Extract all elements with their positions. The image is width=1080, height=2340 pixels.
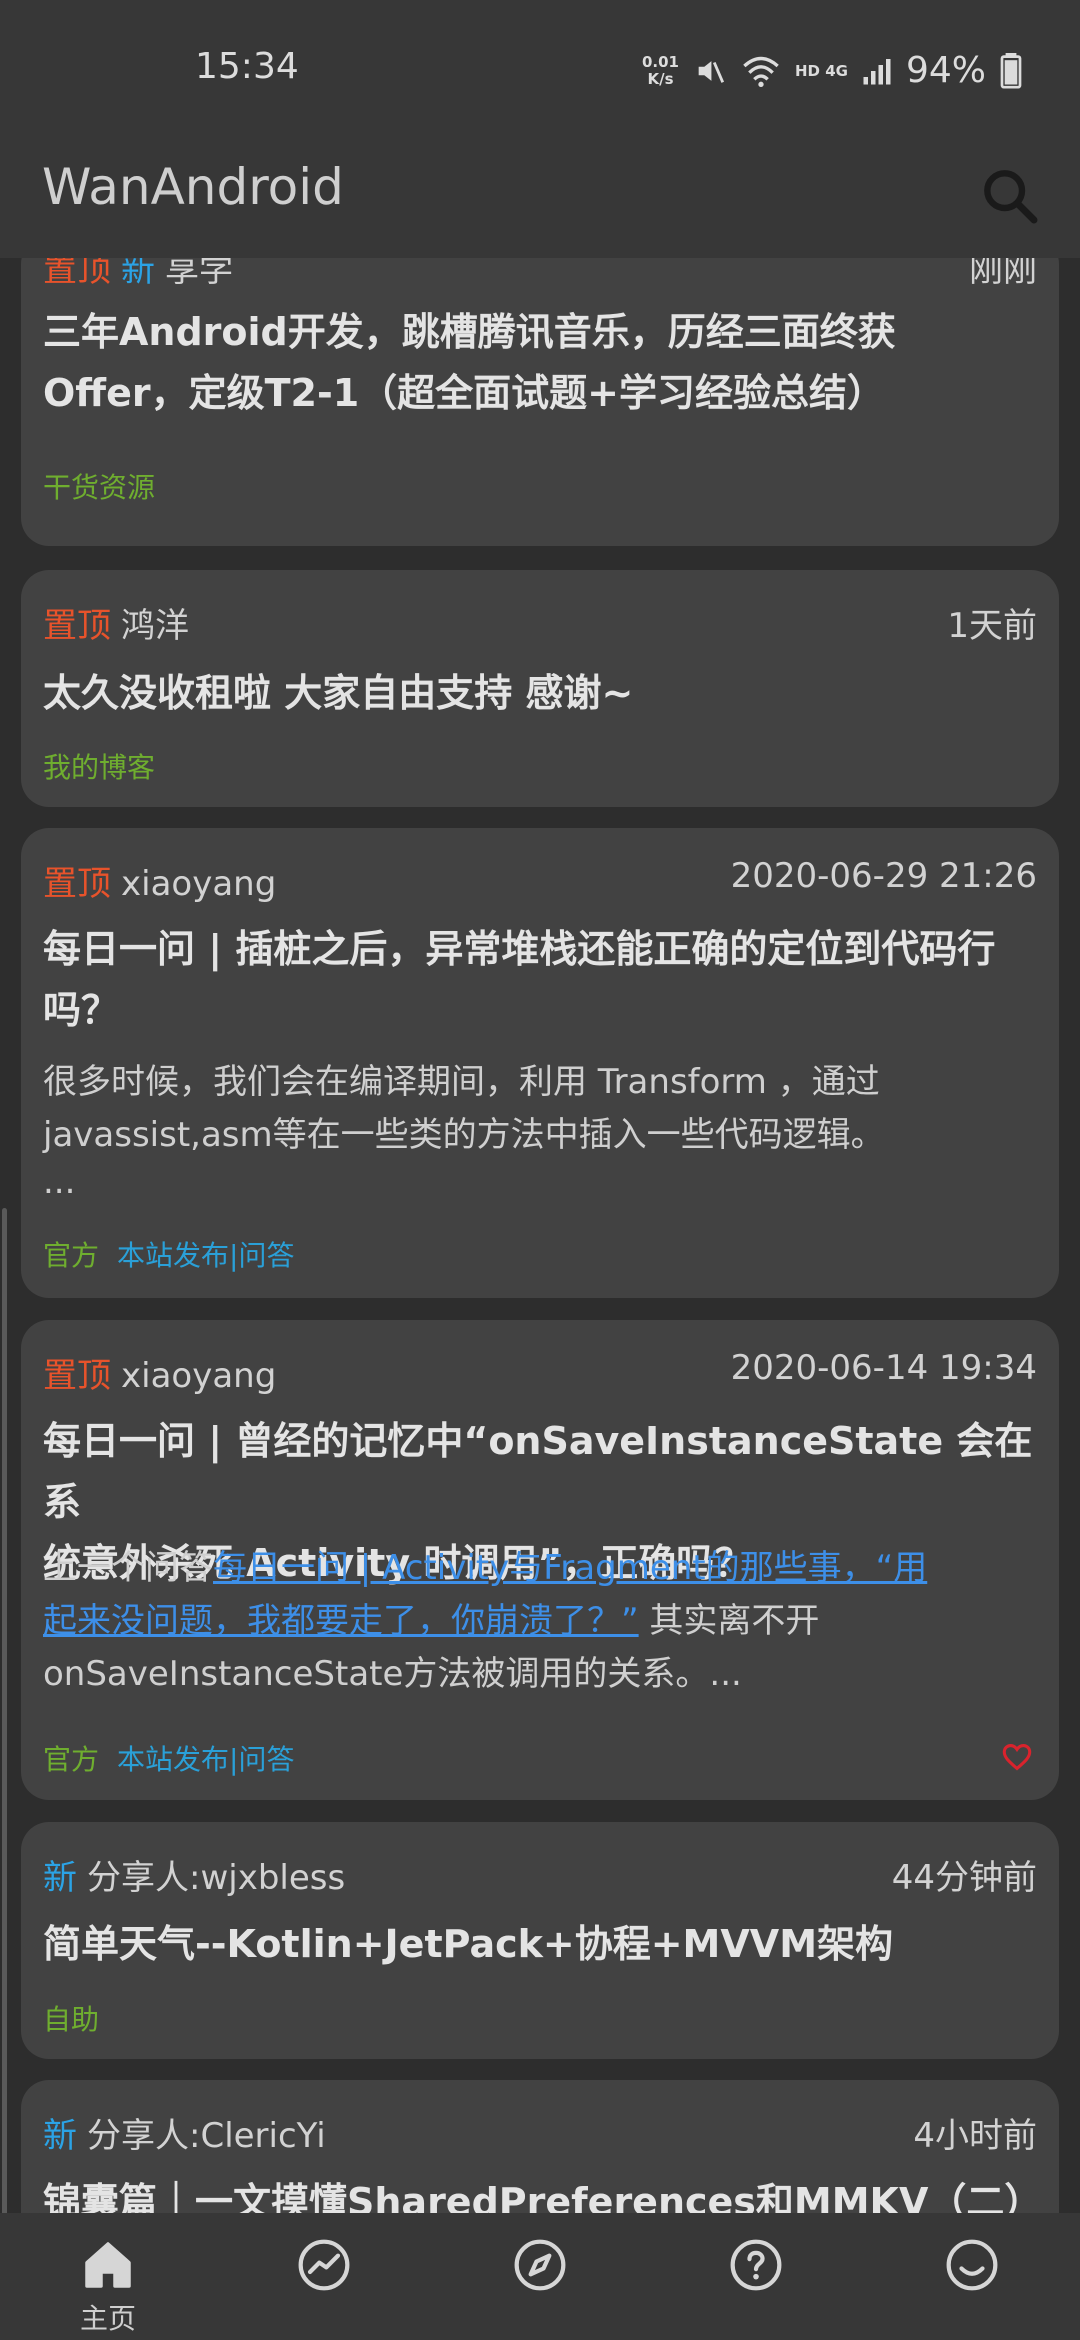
article-title: 简单天气--Kotlin+JetPack+协程+MVVM架构 [43,1922,894,1966]
article-meta: 新分享人:ClericYi 4小时前 [43,2108,1037,2157]
net-speed: 0.01 K/s [641,52,679,88]
article-meta: 置顶新享学 刚刚 [43,258,1037,291]
top-tag: 置顶 [43,1356,111,1396]
site-tag[interactable]: 本站发布|问答 [117,1743,294,1776]
nav-item-mine[interactable] [864,2213,1080,2340]
article-card[interactable]: 新分享人:ClericYi 4小时前 锦囊篇｜一文摸懂SharedPrefere… [21,2080,1059,2213]
top-tag: 置顶 [43,864,111,904]
nav-item-home[interactable]: 主页 [0,2213,216,2340]
article-meta: 新分享人:wjxbless 44分钟前 [43,1850,1037,1899]
article-title-line: 每日一问 | 插桩之后，异常堆栈还能正确的定位到代码行 [43,927,996,971]
article-time: 刚刚 [969,258,1037,290]
desc-line: ... [43,1162,76,1202]
article-title: 太久没收租啦 大家自由支持 感谢~ [43,671,634,715]
desc-line: onSaveInstanceState方法被调用的关系。... [43,1654,742,1694]
status-time: 15:34 [195,46,299,87]
article-card[interactable]: 置顶新享学 刚刚 三年Android开发，跳槽腾讯音乐，历经三面终获 Offer… [21,258,1059,546]
article-author[interactable]: xiaoyang [121,864,276,904]
article-author[interactable]: 享学 [165,258,233,290]
chapter-tag[interactable]: 干货资源 [43,471,155,504]
article-title: 锦囊篇｜一文摸懂SharedPreferences和MMKV（二） [43,2180,1037,2213]
status-bar: 15:34 0.01 K/s HD 4G 94% [0,0,1080,140]
article-card[interactable]: 新分享人:wjxbless 44分钟前 简单天气--Kotlin+JetPack… [21,1822,1059,2059]
article-meta: 置顶 xiaoyang 2020-06-29 21:26 [43,856,1037,905]
article-meta: 置顶 xiaoyang 2020-06-14 19:34 [43,1348,1037,1397]
search-icon[interactable] [978,164,1042,228]
article-title-line: 吗？ [43,988,120,1032]
article-title: 每日一问 | 插桩之后，异常堆栈还能正确的定位到代码行 吗？ [43,919,1037,1041]
top-tag: 置顶 [43,606,111,646]
site-tag[interactable]: 本站发布|问答 [117,1239,294,1272]
desc-line: javassist,asm等在一些类的方法中插入一些代码逻辑。 [43,1115,885,1155]
desc-link[interactable]: 起来没问题，我都要走了，你崩溃了？” [43,1601,639,1641]
new-tag: 新 [121,258,155,290]
article-title-line: Offer，定级T2-1（超全面试题+学习经验总结） [43,371,886,415]
net-speed-unit: K/s [647,69,674,88]
desc-text: 上一个问答 [43,1548,213,1588]
desc-line: 很多时候，我们会在编译期间，利用 Transform ，通过 [43,1062,880,1102]
status-icons: 0.01 K/s HD 4G 94% [642,50,1022,91]
nav-item-trending[interactable] [216,2213,432,2340]
heart-outline-icon[interactable] [1001,1743,1033,1771]
article-author[interactable]: xiaoyang [121,1356,276,1396]
article-title-line: 三年Android开发，跳槽腾讯音乐，历经三面终获 [43,310,896,354]
network-type: HD 4G [795,61,848,80]
article-description: 很多时候，我们会在编译期间，利用 Transform ，通过 javassist… [43,1056,1037,1202]
article-author[interactable]: 鸿洋 [121,606,189,646]
desc-text: 其实离不开 [638,1601,820,1641]
article-author[interactable]: 分享人:ClericYi [87,2116,326,2156]
article-time: 2020-06-14 19:34 [730,1348,1037,1388]
article-description: 上一个问答每日一问 | Activity与Fragment的那些事，“用 起来没… [43,1542,1037,1701]
desc-line: 上一个问答每日一问 | Activity与Fragment的那些事，“用 [43,1542,1037,1595]
scrollbar[interactable] [2,1208,7,2213]
article-tags: 自助 [43,1998,117,2038]
net-speed-value: 0.01 [641,52,679,71]
compass-icon [514,2239,566,2291]
app-title: WanAndroid [42,158,344,216]
desc-link[interactable]: 每日一问 | Activity与Fragment的那些事，“用 [213,1548,927,1588]
battery-icon [1000,52,1022,89]
article-meta: 置顶 鸿洋 1天前 [43,598,1037,647]
desc-line: 起来没问题，我都要走了，你崩溃了？” 其实离不开 [43,1595,1037,1648]
chapter-tag[interactable]: 官方 [43,1743,99,1776]
chapter-tag[interactable]: 我的博客 [43,751,155,784]
article-title-line: 每日一问 | 曾经的记忆中“onSaveInstanceState 会在系 [43,1419,1033,1524]
chapter-tag[interactable]: 官方 [43,1239,99,1272]
top-tag: 置顶 [43,258,111,290]
nav-label-home: 主页 [79,2302,136,2335]
home-icon [85,2242,131,2288]
bottom-navigation: 主页 [0,2213,1080,2340]
new-tag: 新 [43,1858,77,1898]
article-tags: 官方 本站发布|问答 [43,1738,294,1778]
article-tags: 干货资源 [43,466,173,506]
article-time: 2020-06-29 21:26 [730,856,1037,896]
article-tags: 官方 本站发布|问答 [43,1234,294,1274]
article-tags: 我的博客 [43,746,173,786]
question-icon [730,2239,782,2291]
article-card[interactable]: 置顶 鸿洋 1天前 太久没收租啦 大家自由支持 感谢~ 我的博客 [21,570,1059,807]
nav-item-qa[interactable] [648,2213,864,2340]
article-time: 1天前 [947,606,1037,646]
chapter-tag[interactable]: 自助 [43,2003,99,2036]
article-title: 三年Android开发，跳槽腾讯音乐，历经三面终获 Offer，定级T2-1（超… [43,302,1037,424]
article-card[interactable]: 置顶 xiaoyang 2020-06-14 19:34 每日一问 | 曾经的记忆… [21,1320,1059,1800]
article-time: 44分钟前 [891,1858,1037,1898]
article-time: 4小时前 [913,2116,1037,2156]
wifi-icon [743,56,779,87]
signal-icon [863,58,891,84]
article-card[interactable]: 置顶 xiaoyang 2020-06-29 21:26 每日一问 | 插桩之后，… [21,828,1059,1298]
app-bar: WanAndroid [0,140,1080,258]
mute-icon [698,60,725,83]
nav-item-discover[interactable] [432,2213,648,2340]
article-author[interactable]: 分享人:wjxbless [87,1858,345,1898]
battery-percent: 94% [905,50,986,91]
article-list[interactable]: 置顶新享学 刚刚 三年Android开发，跳槽腾讯音乐，历经三面终获 Offer… [0,258,1080,2213]
new-tag: 新 [43,2116,77,2156]
trending-icon [298,2239,350,2291]
smile-icon [946,2239,998,2291]
